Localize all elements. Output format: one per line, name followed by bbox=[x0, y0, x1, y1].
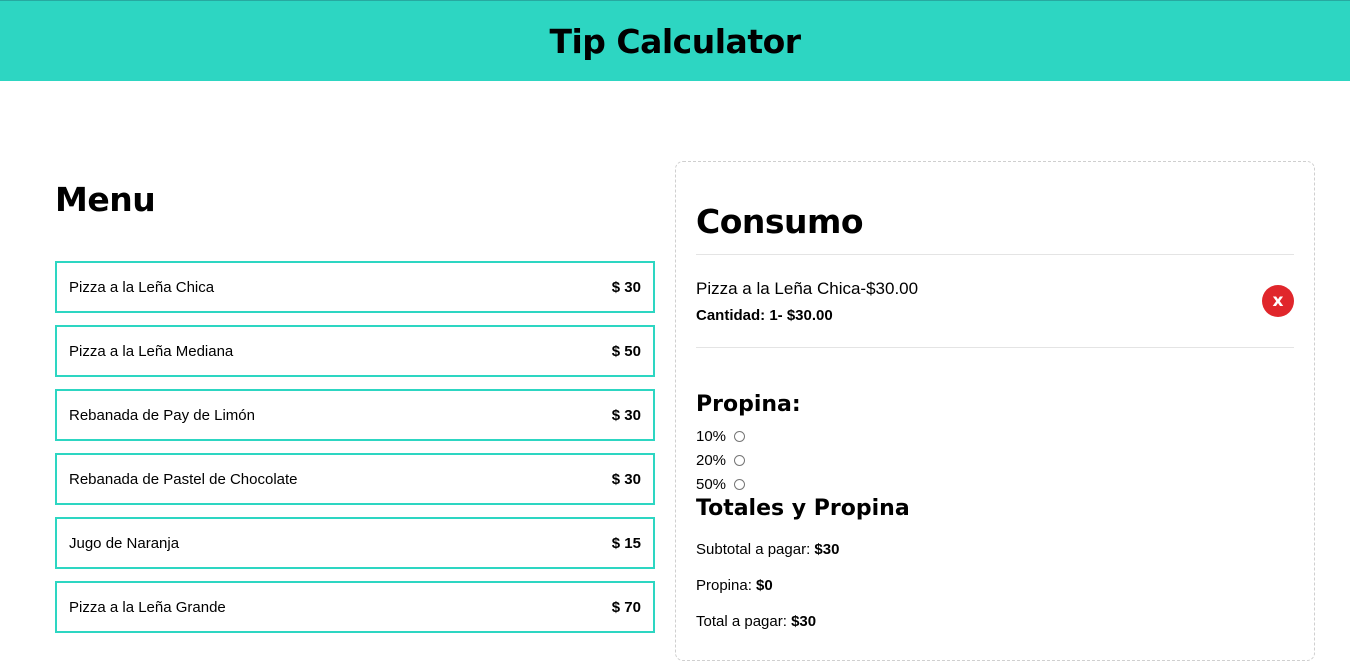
menu-item-name: Rebanada de Pastel de Chocolate bbox=[69, 470, 298, 488]
menu-item[interactable]: Pizza a la Leña Grande $ 70 bbox=[55, 581, 655, 633]
menu-item-name: Pizza a la Leña Chica bbox=[69, 278, 215, 296]
total-line: Total a pagar: $30 bbox=[696, 613, 816, 630]
menu-item[interactable]: Rebanada de Pastel de Chocolate $ 30 bbox=[55, 453, 655, 505]
tip-option[interactable]: 50% bbox=[696, 472, 746, 496]
menu-item-price: $ 15 bbox=[611, 534, 641, 552]
menu-item-price: $ 70 bbox=[611, 598, 641, 616]
consumo-title: Consumo bbox=[696, 202, 864, 241]
menu-item-name: Jugo de Naranja bbox=[69, 534, 180, 552]
tip-radio-20[interactable] bbox=[734, 454, 746, 466]
app-title: Tip Calculator bbox=[549, 21, 801, 61]
app-header: Tip Calculator bbox=[0, 0, 1350, 81]
total-value: $30 bbox=[791, 613, 817, 630]
tip-radio-50[interactable] bbox=[734, 478, 746, 490]
propina-line: Propina: $0 bbox=[696, 577, 773, 594]
menu-item-name: Pizza a la Leña Mediana bbox=[69, 342, 234, 360]
total-label: Total a pagar: bbox=[696, 613, 792, 630]
menu-item-price: $ 30 bbox=[611, 406, 641, 424]
consumo-panel: Consumo Pizza a la Leña Chica-$30.00 Can… bbox=[675, 161, 1315, 661]
tip-options: 10% 20% 50% bbox=[696, 424, 746, 496]
subtotal-line: Subtotal a pagar: $30 bbox=[696, 541, 839, 558]
menu-item[interactable]: Jugo de Naranja $ 15 bbox=[55, 517, 655, 569]
tip-radio-10[interactable] bbox=[734, 430, 746, 442]
propina-title: Propina: bbox=[696, 392, 801, 417]
tip-option-label: 10% bbox=[696, 427, 727, 445]
tip-option[interactable]: 10% bbox=[696, 424, 746, 448]
menu-list: Pizza a la Leña Chica $ 30 Pizza a la Le… bbox=[55, 261, 655, 645]
menu-item-price: $ 30 bbox=[611, 278, 641, 296]
menu-item[interactable]: Pizza a la Leña Mediana $ 50 bbox=[55, 325, 655, 377]
propina-value: $0 bbox=[756, 577, 773, 594]
subtotal-value: $30 bbox=[814, 541, 840, 558]
menu-item-name: Rebanada de Pay de Limón bbox=[69, 406, 255, 424]
order-item-quantity: Cantidad: 1- $30.00 bbox=[696, 307, 833, 324]
divider bbox=[696, 254, 1294, 255]
remove-item-button[interactable]: x bbox=[1262, 285, 1294, 317]
order-item-name: Pizza a la Leña Chica-$30.00 bbox=[696, 279, 919, 298]
totales-title: Totales y Propina bbox=[696, 496, 910, 521]
tip-option-label: 50% bbox=[696, 475, 727, 493]
subtotal-label: Subtotal a pagar: bbox=[696, 541, 815, 558]
menu-item[interactable]: Pizza a la Leña Chica $ 30 bbox=[55, 261, 655, 313]
menu-item-price: $ 30 bbox=[611, 470, 641, 488]
menu-item-price: $ 50 bbox=[611, 342, 641, 360]
propina-label: Propina: bbox=[696, 577, 757, 594]
divider bbox=[696, 347, 1294, 348]
tip-option-label: 20% bbox=[696, 451, 727, 469]
tip-option[interactable]: 20% bbox=[696, 448, 746, 472]
menu-item[interactable]: Rebanada de Pay de Limón $ 30 bbox=[55, 389, 655, 441]
menu-item-name: Pizza a la Leña Grande bbox=[69, 598, 226, 616]
menu-title: Menu bbox=[55, 180, 156, 219]
